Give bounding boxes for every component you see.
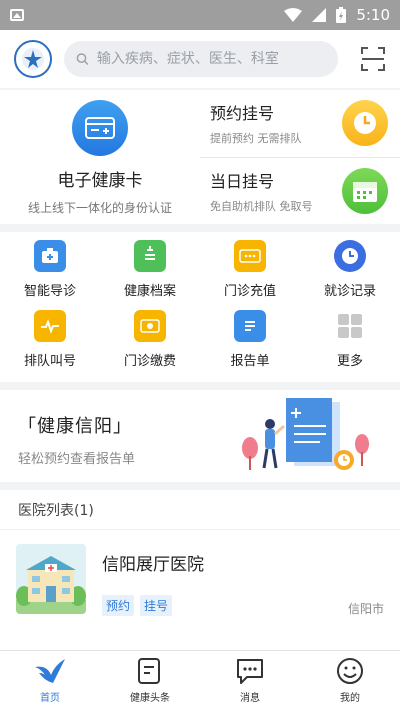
tab-messages[interactable]: 消息	[200, 651, 300, 710]
tab-label: 首页	[40, 693, 60, 704]
grid-label: 报告单	[230, 354, 270, 369]
hospital-list-title: 医院列表(1)	[0, 490, 400, 530]
feature-cards: 电子健康卡 线上线下一体化的身份认证 预约挂号 提前预约 无需排队 当日挂号 免…	[0, 90, 400, 224]
home-bird-icon	[35, 659, 65, 683]
grid-label: 智能导诊	[23, 284, 76, 299]
same-day-subtitle: 免自助机排队 免取号	[210, 199, 313, 213]
grid-item-report[interactable]: 报告单	[200, 310, 300, 380]
appointment-card[interactable]: 预约挂号 提前预约 无需排队	[200, 90, 400, 157]
report-icon	[234, 310, 266, 342]
grid-item-more[interactable]: 更多	[300, 310, 400, 380]
grid-item-visit-record[interactable]: 就诊记录	[300, 240, 400, 310]
tab-label: 我的	[340, 693, 360, 704]
hospital-list: 医院列表(1) 信阳展厅医院 预约 挂号 信阳市	[0, 490, 400, 650]
tab-label: 健康头条	[130, 693, 170, 704]
same-day-title: 当日挂号	[210, 171, 275, 191]
hospital-image	[16, 544, 86, 614]
tag-registration: 挂号	[140, 595, 173, 616]
same-day-card[interactable]: 当日挂号 免自助机排队 免取号	[200, 156, 400, 225]
grid-label: 就诊记录	[323, 284, 376, 299]
news-icon	[138, 658, 160, 684]
grid-label: 更多	[336, 354, 363, 369]
more-grid-icon	[334, 310, 366, 342]
battery-icon	[336, 7, 347, 23]
search-input[interactable]	[96, 51, 326, 67]
health-card-subtitle: 线上线下一体化的身份认证	[27, 201, 172, 215]
hospital-city: 信阳市	[347, 602, 384, 616]
search-bar[interactable]	[64, 41, 338, 77]
grid-item-queue[interactable]: 排队叫号	[0, 310, 100, 380]
grid-label: 门诊缴费	[123, 354, 176, 369]
hospital-name: 信阳展厅医院	[102, 555, 204, 575]
status-time: 5:10	[356, 6, 390, 24]
health-record-icon	[134, 240, 166, 272]
grid-item-smart-guide[interactable]: 智能导诊	[0, 240, 100, 310]
tab-profile[interactable]: 我的	[300, 651, 400, 710]
tab-home[interactable]: 首页	[0, 651, 100, 710]
status-bar: 5:10	[0, 0, 400, 30]
bottom-tab-bar: 首页 健康头条 消息 我的	[0, 650, 400, 710]
service-grid: 智能导诊 健康档案 门诊充值 就诊记录 排队叫号 门诊缴费 报告单 更多	[0, 232, 400, 382]
clock-icon	[334, 240, 366, 272]
grid-item-recharge[interactable]: 门诊充值	[200, 240, 300, 310]
image-notification-icon	[10, 9, 24, 21]
hospital-guide-icon	[34, 240, 66, 272]
banner-illustration	[242, 398, 369, 470]
tab-label: 消息	[240, 693, 260, 704]
calendar-icon	[342, 167, 388, 214]
grid-label: 门诊充值	[223, 284, 276, 299]
smiley-icon	[337, 658, 363, 684]
app-header	[0, 30, 400, 88]
grid-label: 健康档案	[123, 284, 176, 299]
scan-icon[interactable]	[360, 46, 386, 72]
appointment-subtitle: 提前预约 无需排队	[210, 132, 302, 146]
recharge-icon	[234, 240, 266, 272]
logo-emblem-icon	[24, 50, 42, 68]
health-card-tile[interactable]: 电子健康卡 线上线下一体化的身份认证	[0, 90, 200, 224]
promo-banner[interactable]: 「健康信阳」 轻松预约查看报告单	[0, 390, 400, 482]
queue-monitor-icon	[34, 310, 66, 342]
message-icon	[237, 659, 263, 684]
health-card-icon	[72, 100, 128, 156]
search-icon	[76, 53, 89, 66]
alarm-clock-icon	[342, 100, 388, 147]
appointment-title: 预约挂号	[210, 104, 275, 124]
grid-item-health-record[interactable]: 健康档案	[100, 240, 200, 310]
wifi-icon	[284, 8, 303, 22]
signal-icon	[312, 8, 327, 22]
payment-icon	[134, 310, 166, 342]
health-card-title: 电子健康卡	[57, 171, 143, 191]
tab-health-news[interactable]: 健康头条	[100, 651, 200, 710]
tag-appointment: 预约	[102, 595, 135, 616]
hospital-logo	[14, 40, 52, 78]
grid-label: 排队叫号	[23, 354, 76, 369]
hospital-row[interactable]: 信阳展厅医院 预约 挂号 信阳市	[0, 530, 400, 630]
grid-item-payment[interactable]: 门诊缴费	[100, 310, 200, 380]
